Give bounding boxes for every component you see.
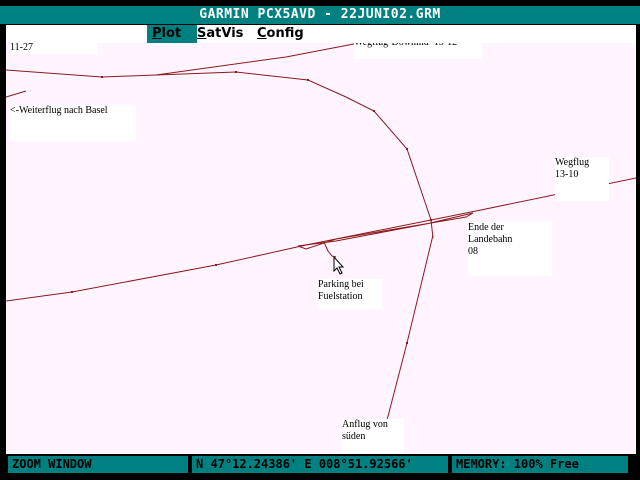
status-coordinates: N 47°12.24386' E 008°51.92566' bbox=[192, 456, 448, 473]
mouse-cursor-icon bbox=[333, 255, 345, 275]
label-parking: Parking bei Fuelstation bbox=[318, 279, 382, 309]
plot-canvas[interactable]: Downwind 08 Anflug 11-27 Wegflug-Downind… bbox=[6, 43, 636, 454]
track-line-wegflug-downwind bbox=[155, 43, 360, 76]
label-wegflug-downwind: Wegflug-Downind 13-12 bbox=[354, 43, 482, 59]
label-wegflug: Wegflug 13-10 bbox=[555, 157, 609, 201]
status-mode: ZOOM WINDOW bbox=[8, 456, 188, 473]
menu-config[interactable]: Config bbox=[252, 25, 314, 43]
label-anflug: Anflug von süden bbox=[342, 419, 404, 453]
label-weiterflug: <-Weiterflug nach Basel bbox=[10, 105, 136, 141]
track-line-downwind bbox=[6, 69, 434, 239]
menu-plot[interactable]: Plot bbox=[147, 25, 197, 43]
label-downwind: Downwind 08 Anflug 11-27 bbox=[10, 43, 98, 54]
app-window: GARMIN PCX5AVD - 22JUNI02.GRM Plot SatVi… bbox=[0, 0, 640, 480]
window-title: GARMIN PCX5AVD - 22JUNI02.GRM bbox=[0, 6, 640, 24]
menu-satvis[interactable]: SatVis bbox=[192, 25, 254, 43]
label-ende-landebahn: Ende der Landebahn 08 bbox=[468, 222, 552, 276]
track-line-parking bbox=[323, 241, 337, 258]
menu-bar: Plot SatVis Config bbox=[6, 25, 636, 43]
status-bar: ZOOM WINDOW N 47°12.24386' E 008°51.9256… bbox=[6, 455, 636, 475]
track-line-weiterflug bbox=[6, 90, 27, 98]
status-memory: MEMORY: 100% Free bbox=[452, 456, 628, 473]
